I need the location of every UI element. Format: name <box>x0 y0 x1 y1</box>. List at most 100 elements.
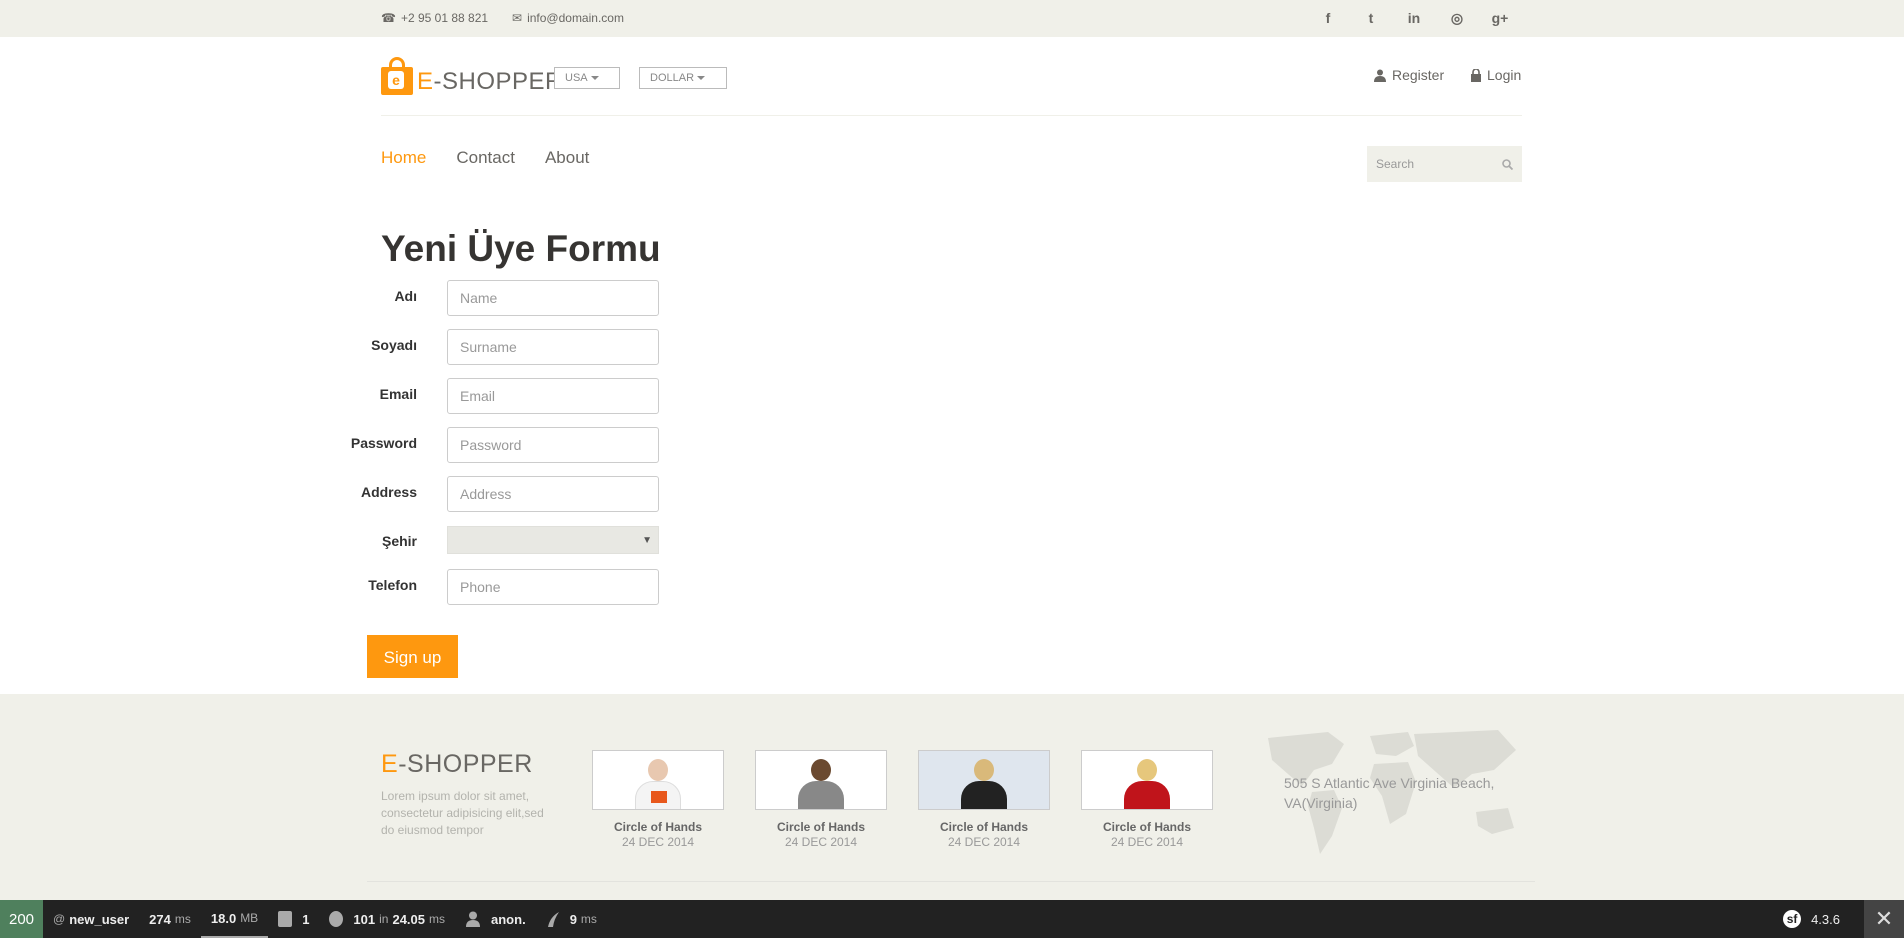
name-field[interactable]: Name <box>447 280 659 316</box>
symfony-version-panel[interactable]: sf 4.3.6 <box>1773 900 1850 938</box>
request-time: 274 <box>149 911 171 927</box>
logs-count: 1 <box>302 911 310 927</box>
route-name: new_user <box>69 911 130 927</box>
city-label: Şehir <box>381 533 417 549</box>
envelope-icon: ✉ <box>512 11 523 25</box>
email-label: Email <box>379 386 417 402</box>
email-field[interactable]: Email <box>447 378 659 414</box>
twig-time: 9 <box>569 911 577 927</box>
database-layers-icon <box>329 911 344 927</box>
caret-down-icon <box>590 76 599 80</box>
currency-dropdown[interactable]: DOLLAR <box>639 67 727 89</box>
video-item[interactable]: Circle of Hands 24 DEC 2014 <box>755 750 887 849</box>
video-item[interactable]: Circle of Hands 24 DEC 2014 <box>592 750 724 849</box>
email-contact[interactable]: ✉ info@domain.com <box>512 11 624 25</box>
caret-down-icon <box>697 76 706 80</box>
triangle-down-icon: ▼ <box>642 534 652 546</box>
phone-field[interactable]: Phone <box>447 569 659 605</box>
status-code-badge[interactable]: 200 <box>0 900 43 938</box>
email-address[interactable]: info@domain.com <box>527 11 624 25</box>
password-label: Password <box>350 435 417 451</box>
surname-field[interactable]: Surname <box>447 329 659 365</box>
query-unit: ms <box>429 912 446 926</box>
video-item[interactable]: Circle of Hands 24 DEC 2014 <box>918 750 1050 849</box>
shopping-bag-icon: e <box>381 57 413 95</box>
address-label: Address <box>360 484 417 500</box>
lock-icon <box>1471 68 1481 82</box>
city-select[interactable]: ▼ <box>447 526 659 554</box>
search-icon[interactable] <box>1502 158 1513 170</box>
clipboard-icon <box>278 911 293 927</box>
footer-description: Lorem ipsum dolor sit amet, consectetur … <box>381 789 544 837</box>
phone-number: +2 95 01 88 821 <box>400 11 489 25</box>
password-field[interactable]: Password <box>447 427 659 463</box>
query-count: 101 <box>353 911 376 927</box>
video-item[interactable]: Circle of Hands 24 DEC 2014 <box>1081 750 1213 849</box>
search-box[interactable]: Search <box>1367 146 1522 182</box>
close-icon[interactable]: ✕ <box>1864 900 1904 938</box>
time-unit: ms <box>174 912 191 926</box>
video-thumbnail[interactable] <box>1081 750 1213 810</box>
user-icon <box>466 911 481 927</box>
user-icon <box>1374 69 1386 82</box>
user-name: anon. <box>491 911 526 927</box>
country-value: USA <box>565 72 588 84</box>
memory-value: 18.0 <box>210 910 237 926</box>
phone-label: Telefon <box>368 577 417 593</box>
phone-contact: ☎ +2 95 01 88 821 <box>381 11 488 25</box>
memory-unit: MB <box>240 911 259 925</box>
site-logo[interactable]: e E-SHOPPER <box>381 57 563 95</box>
database-panel[interactable]: 101 in 24.05 ms <box>319 900 455 938</box>
video-title: Circle of Hands <box>1102 820 1192 834</box>
store-address: 505 S Atlantic Ave Virginia Beach, VA(Vi… <box>1284 775 1495 811</box>
video-title: Circle of Hands <box>939 820 1029 834</box>
social-links: f t in ◎ g+ <box>1318 9 1510 27</box>
register-label: Register <box>1392 67 1445 83</box>
twig-leaf-icon <box>547 912 559 927</box>
sign-up-button[interactable]: Sign up <box>367 635 458 678</box>
login-label: Login <box>1487 67 1522 83</box>
symfony-version: 4.3.6 <box>1811 911 1840 927</box>
video-date: 24 DEC 2014 <box>947 835 1021 849</box>
facebook-icon[interactable]: f <box>1318 9 1338 27</box>
google-plus-icon[interactable]: g+ <box>1490 9 1510 27</box>
currency-value: DOLLAR <box>650 72 695 84</box>
twig-panel[interactable]: 9 ms <box>536 900 607 938</box>
search-input[interactable]: Search <box>1376 157 1414 171</box>
address-field[interactable]: Address <box>447 476 659 512</box>
dribbble-icon[interactable]: ◎ <box>1447 9 1467 27</box>
twitter-icon[interactable]: t <box>1361 9 1381 27</box>
security-panel[interactable]: anon. <box>455 900 536 938</box>
video-thumbnail[interactable] <box>592 750 724 810</box>
register-link[interactable]: Register <box>1374 67 1444 83</box>
header-divider <box>381 115 1522 116</box>
at-icon: @ <box>53 912 66 926</box>
country-dropdown[interactable]: USA <box>554 67 620 89</box>
symfony-logo-icon: sf <box>1783 910 1802 928</box>
surname-label: Soyadı <box>371 337 417 353</box>
video-date: 24 DEC 2014 <box>784 835 858 849</box>
linkedin-icon[interactable]: in <box>1404 9 1424 27</box>
name-label: Adı <box>394 288 417 304</box>
phone-icon: ☎ <box>381 11 396 25</box>
video-thumbnail[interactable] <box>755 750 887 810</box>
form-title: Yeni Üye Formu <box>381 228 661 269</box>
nav-about[interactable]: About <box>545 148 589 168</box>
video-title: Circle of Hands <box>613 820 703 834</box>
memory-panel[interactable]: 18.0 MB <box>200 900 269 938</box>
time-panel[interactable]: 274 ms <box>139 900 201 938</box>
logs-panel[interactable]: 1 <box>268 900 319 938</box>
debug-toolbar: 200 @ new_user 274 ms 18.0 MB 1 101 in 2… <box>0 900 1904 938</box>
login-link[interactable]: Login <box>1471 67 1521 83</box>
video-title: Circle of Hands <box>776 820 866 834</box>
main-nav: Home Contact About <box>381 148 589 168</box>
nav-contact[interactable]: Contact <box>456 148 515 168</box>
query-time: 24.05 <box>392 911 426 927</box>
nav-home[interactable]: Home <box>381 148 426 168</box>
route-panel[interactable]: @ new_user <box>43 900 139 938</box>
footer-logo: E-SHOPPER <box>381 750 533 778</box>
video-thumbnail[interactable] <box>918 750 1050 810</box>
video-date: 24 DEC 2014 <box>1110 835 1184 849</box>
footer-divider <box>367 881 1535 882</box>
video-date: 24 DEC 2014 <box>621 835 695 849</box>
